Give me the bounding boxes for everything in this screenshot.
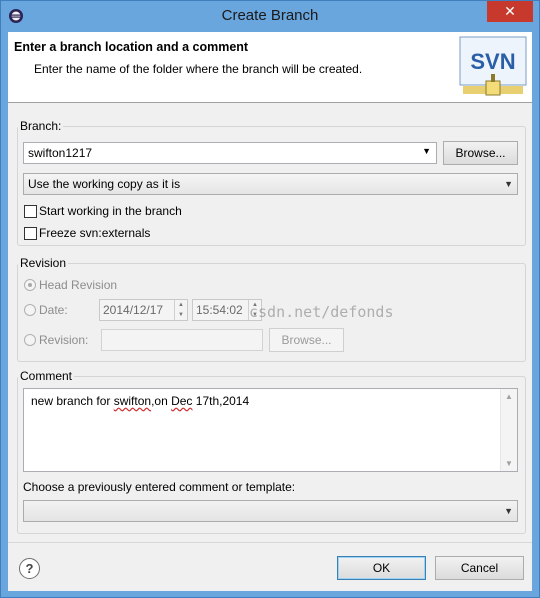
start-working-label[interactable]: Start working in the branch [39,204,182,218]
comment-text-mid: ,on [151,394,172,408]
footer-divider [8,542,532,543]
watermark-text: csdn.net/defonds [249,303,394,321]
chevron-down-icon: ▼ [504,179,513,189]
template-label: Choose a previously entered comment or t… [23,480,296,494]
chevron-down-icon: ▼ [504,506,513,516]
branch-browse-button[interactable]: Browse... [443,141,518,165]
comment-text-suffix: 17th,2014 [192,394,250,408]
svn-logo-icon: SVN [459,36,527,96]
time-value: 15:54:02 [196,303,243,317]
branch-source-value: Use the working copy as it is [28,177,181,191]
banner-description: Enter the name of the folder where the b… [34,62,363,76]
header-banner: Enter a branch location and a comment En… [8,32,532,103]
svn-logo-text: SVN [470,49,515,74]
scroll-down-icon[interactable]: ▼ [501,459,517,468]
branch-group-label: Branch: [20,119,62,133]
comment-text-prefix: new branch for [31,394,114,408]
revision-browse-button[interactable]: Browse... [269,328,344,352]
head-revision-radio[interactable] [24,279,36,291]
revision-number-radio[interactable] [24,334,36,346]
comment-text-word-swifton: swifton [113,394,152,408]
help-icon[interactable]: ? [19,558,40,579]
freeze-externals-label[interactable]: Freeze svn:externals [39,226,150,240]
branch-location-input[interactable]: swifton1217 ▼ [23,142,437,164]
revision-group-label: Revision [20,256,67,270]
freeze-externals-checkbox[interactable] [24,227,37,240]
start-working-checkbox[interactable] [24,205,37,218]
date-spin-buttons[interactable]: ▲ ▼ [174,300,187,320]
title-bar[interactable]: Create Branch ✕ [1,1,539,32]
comment-scrollbar[interactable]: ▲ ▼ [500,389,517,471]
banner-title: Enter a branch location and a comment [14,40,249,54]
branch-location-value: swifton1217 [28,146,93,160]
comment-textarea[interactable]: new branch for swifton,on Dec 17th,2014 … [23,388,518,472]
head-revision-label[interactable]: Head Revision [39,278,117,292]
template-select[interactable]: ▼ [23,500,518,522]
date-radio[interactable] [24,304,36,316]
cancel-button[interactable]: Cancel [435,556,524,580]
revision-number-label[interactable]: Revision: [39,333,88,347]
ok-button[interactable]: OK [337,556,426,580]
revision-number-input[interactable] [101,329,263,351]
close-button[interactable]: ✕ [487,1,533,22]
chevron-down-icon[interactable]: ▼ [422,146,431,156]
comment-text-word-dec: Dec [171,394,193,408]
comment-group-label: Comment [20,369,73,383]
branch-source-select[interactable]: Use the working copy as it is ▼ [23,173,518,195]
date-value: 2014/12/17 [103,303,164,317]
create-branch-window: Create Branch ✕ Enter a branch location … [0,0,540,598]
scroll-up-icon[interactable]: ▲ [501,392,517,401]
date-picker[interactable]: 2014/12/17 ▲ ▼ [99,299,188,321]
window-title: Create Branch [221,7,319,24]
date-label[interactable]: Date: [39,303,68,317]
